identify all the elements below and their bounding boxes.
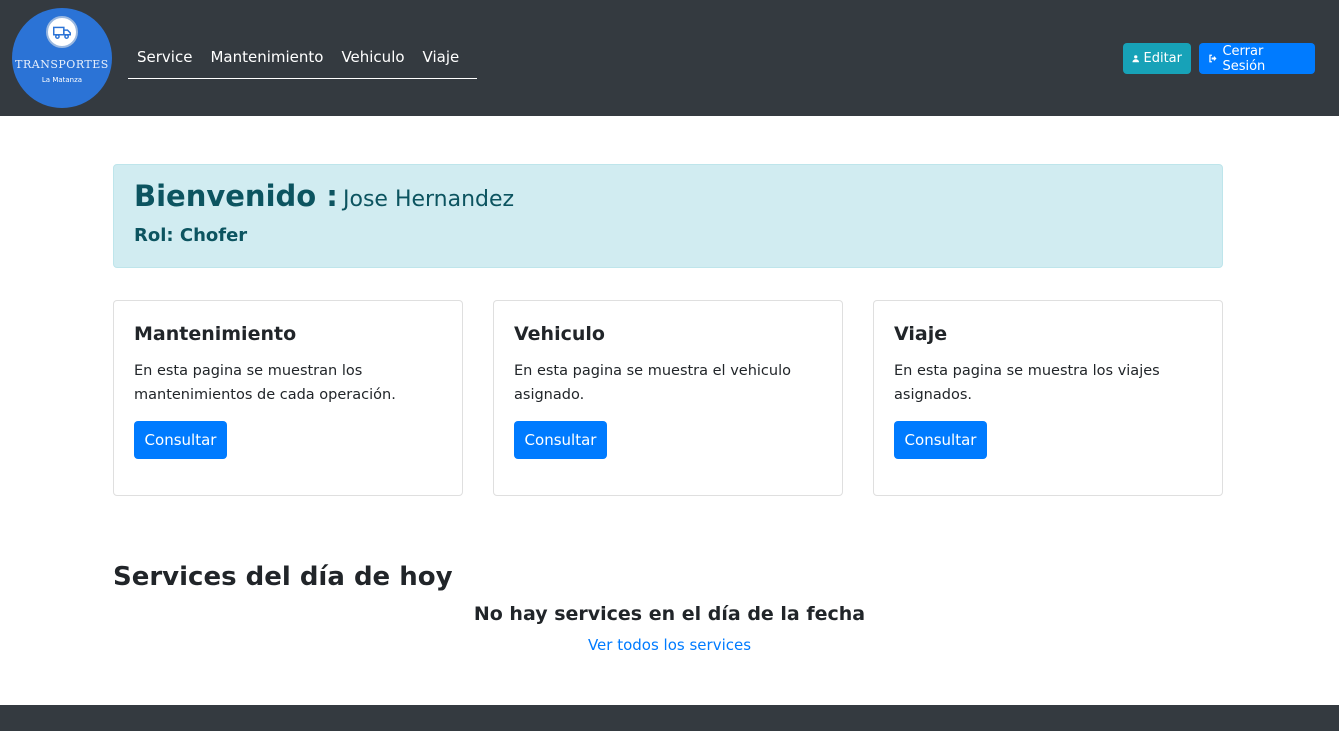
edit-button-label: Editar [1143, 51, 1183, 66]
welcome-label: Bienvenido : [134, 179, 338, 213]
nav-link-service[interactable]: Service [128, 40, 201, 66]
card-title: Mantenimiento [134, 323, 297, 345]
card-vehiculo: Vehiculo En esta pagina se muestra el ve… [493, 300, 843, 496]
main-nav: Service Mantenimiento Vehiculo Viaje [128, 40, 478, 79]
consultar-viaje-button[interactable]: Consultar [894, 421, 987, 459]
navbar: TRANSPORTES La Matanza Service Mantenimi… [0, 0, 1339, 116]
footer [0, 705, 1339, 731]
card-text: En esta pagina se muestran los mantenimi… [134, 363, 396, 403]
user-icon [1132, 55, 1140, 63]
brand-title: TRANSPORTES [15, 58, 109, 71]
logout-button[interactable]: Cerrar Sesión [1199, 43, 1315, 74]
nav-link-vehiculo[interactable]: Vehiculo [332, 40, 413, 66]
card-text: En esta pagina se muestra los viajes asi… [894, 363, 1160, 403]
brand-logo[interactable]: TRANSPORTES La Matanza [12, 8, 112, 108]
sign-out-icon [1209, 54, 1217, 63]
services-section-title: Services del día de hoy [113, 562, 453, 592]
user-name: Jose Hernandez [343, 187, 515, 212]
card-title: Vehiculo [514, 323, 605, 345]
view-all-services-link[interactable]: Ver todos los services [0, 636, 1339, 654]
brand-subtitle: La Matanza [41, 76, 83, 84]
nav-link-viaje[interactable]: Viaje [414, 40, 469, 66]
truck-icon [46, 16, 78, 48]
welcome-heading: Bienvenido : Jose Hernandez [134, 179, 514, 213]
user-role: Rol: Chofer [134, 225, 248, 246]
card-mantenimiento: Mantenimiento En esta pagina se muestran… [113, 300, 463, 496]
welcome-alert: Bienvenido : Jose Hernandez Rol: Chofer [113, 164, 1223, 268]
card-title: Viaje [894, 323, 948, 345]
consultar-mantenimiento-button[interactable]: Consultar [134, 421, 227, 459]
edit-button[interactable]: Editar [1123, 43, 1191, 74]
logout-button-label: Cerrar Sesión [1222, 43, 1266, 74]
nav-link-mantenimiento[interactable]: Mantenimiento [201, 40, 332, 66]
services-empty-message: No hay services en el día de la fecha [473, 603, 866, 625]
consultar-vehiculo-button[interactable]: Consultar [514, 421, 607, 459]
card-viaje: Viaje En esta pagina se muestra los viaj… [873, 300, 1223, 496]
card-text: En esta pagina se muestra el vehiculo as… [514, 363, 791, 403]
